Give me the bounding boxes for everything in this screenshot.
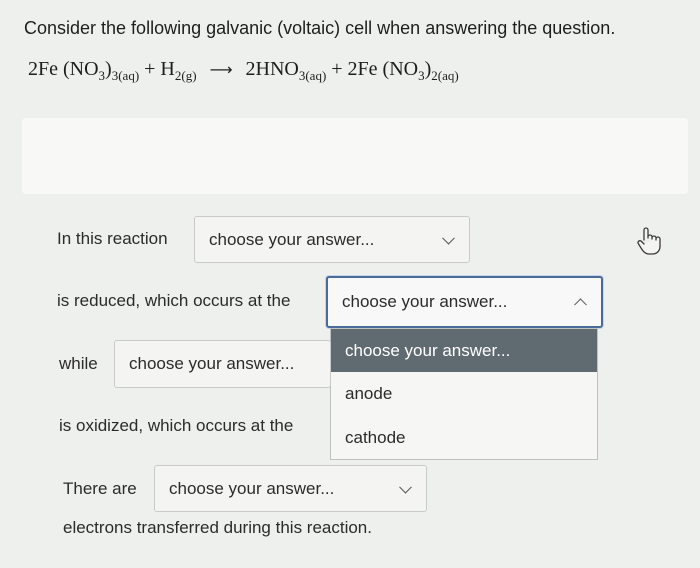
reactant-hydrogen: + H2(g): [144, 58, 197, 83]
select-oxidized-species-value: choose your answer...: [129, 354, 295, 373]
chevron-up-icon: [574, 298, 587, 312]
chevron-down-icon: [442, 231, 455, 245]
select-reduction-site[interactable]: choose your answer...: [326, 276, 603, 328]
label-is-reduced: is reduced, which occurs at the: [57, 291, 291, 310]
label-electrons-transferred: electrons transferred during this reacti…: [63, 518, 372, 537]
select-reduction-site-value: choose your answer...: [342, 292, 508, 311]
chevron-down-icon: [399, 480, 412, 494]
select-reduced-species-value: choose your answer...: [209, 229, 375, 249]
reactant-iron-nitrate: 2Fe (NO3)3(aq): [28, 58, 140, 83]
chemical-equation: 2Fe (NO3)3(aq) + H2(g) ⟶ 2HNO3(aq) + 2Fe…: [28, 58, 459, 84]
reaction-arrow-icon: ⟶: [209, 60, 233, 79]
reduction-site-dropdown: choose your answer... anode cathode: [330, 328, 598, 460]
dropdown-option-anode[interactable]: anode: [331, 374, 597, 414]
product-iron-nitrate: + 2Fe (NO3)2(aq): [331, 58, 459, 83]
select-oxidized-species[interactable]: choose your answer...: [114, 340, 331, 388]
hand-pointer-icon: [636, 226, 662, 256]
select-reduced-species[interactable]: choose your answer...: [194, 216, 470, 263]
select-electron-count[interactable]: choose your answer...: [154, 465, 427, 512]
label-is-oxidized: is oxidized, which occurs at the: [59, 416, 294, 435]
dropdown-option-cathode[interactable]: cathode: [331, 418, 597, 458]
redacted-region: [22, 118, 688, 194]
label-while: while: [59, 354, 98, 373]
product-nitric-acid: 2HNO3(aq): [245, 58, 327, 83]
dropdown-option-placeholder[interactable]: choose your answer...: [331, 329, 597, 372]
label-in-this-reaction: In this reaction: [57, 229, 168, 248]
question-text: Consider the following galvanic (voltaic…: [24, 18, 616, 38]
label-there-are: There are: [63, 479, 137, 498]
select-electron-count-value: choose your answer...: [169, 478, 335, 498]
